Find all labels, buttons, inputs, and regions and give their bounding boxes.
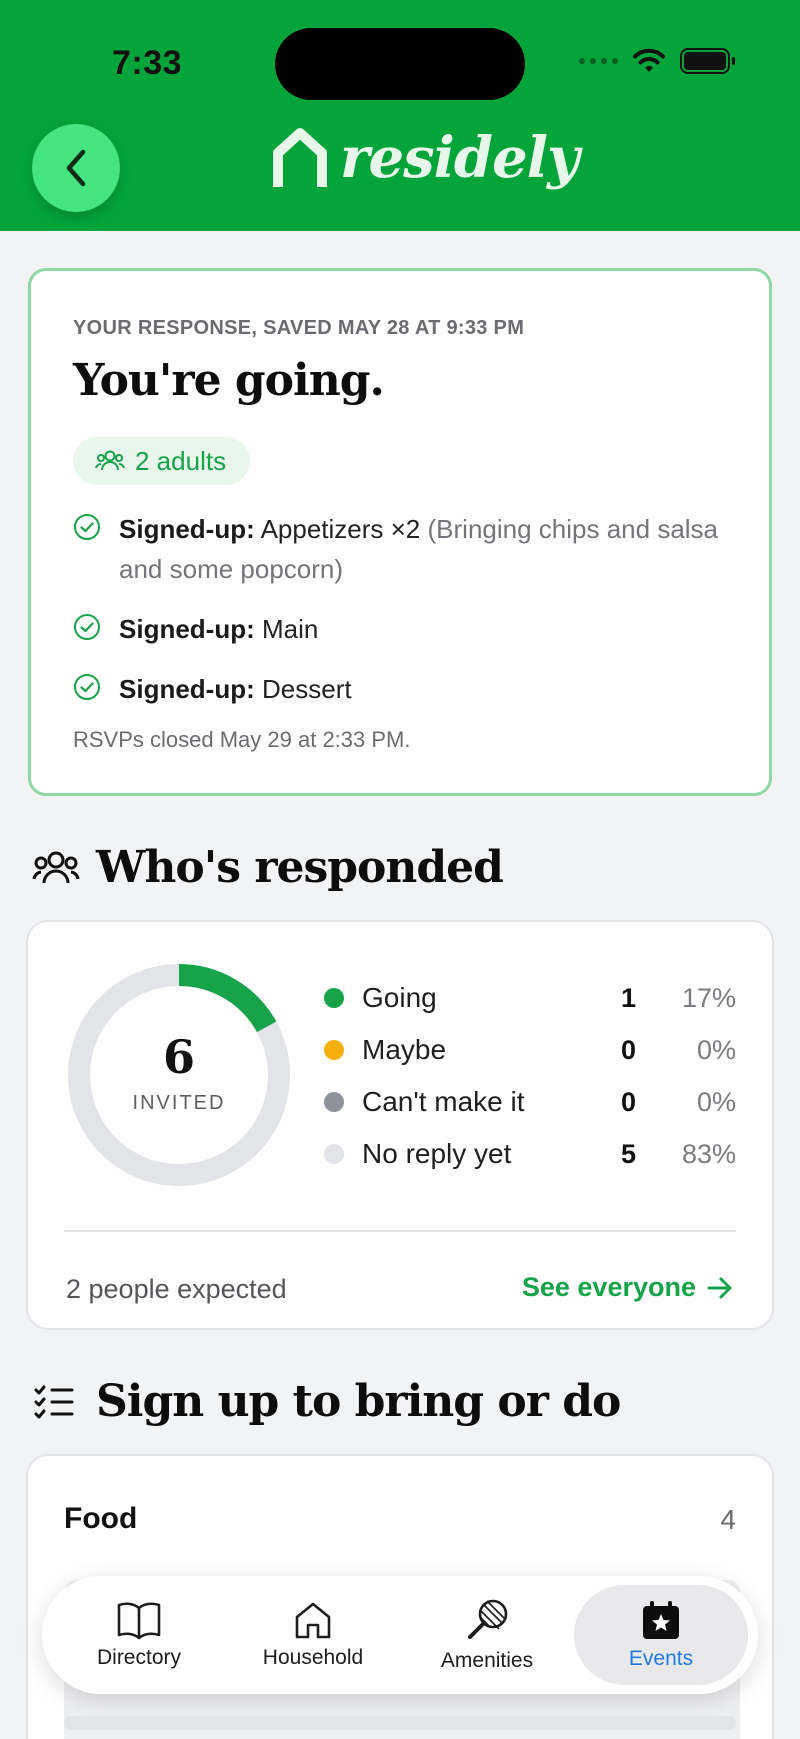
status-icons: [579, 48, 735, 74]
cellular-signal-icon: [579, 58, 618, 64]
responses-card: 6 INVITED Going 1 17% Maybe 0 0% Can't m…: [26, 920, 774, 1330]
book-icon: [117, 1602, 161, 1640]
party-size-text: 2 adults: [135, 445, 227, 476]
tab-label: Events: [628, 1647, 694, 1670]
legend-count: 0: [620, 1086, 636, 1117]
tab-label: Household: [262, 1646, 364, 1669]
response-saved-label: YOUR RESPONSE, SAVED MAY 28 AT 9:33 PM: [73, 317, 525, 339]
legend-row-going: Going 1 17%: [324, 972, 736, 1024]
signup-prefix: Signed-up:: [119, 614, 255, 644]
status-time: 7:33: [112, 44, 183, 82]
tab-amenities[interactable]: Amenities: [400, 1585, 574, 1685]
section-title: Sign up to bring or do: [96, 1376, 621, 1427]
response-card: YOUR RESPONSE, SAVED MAY 28 AT 9:33 PM Y…: [28, 268, 772, 796]
legend-label: Going: [362, 982, 437, 1013]
check-circle-icon: [74, 514, 100, 540]
legend-label: No reply yet: [362, 1138, 512, 1169]
section-title: Who's responded: [96, 842, 504, 893]
signup-item-name: Dessert: [262, 674, 352, 704]
legend-count: 0: [620, 1034, 636, 1065]
app-logo: residely: [270, 125, 580, 191]
signup-list: Signed-up: Appetizers ×2 (Bringing chips…: [73, 509, 733, 729]
people-icon: [95, 450, 125, 471]
status-dot: [324, 1040, 344, 1060]
legend-percent: 17%: [681, 982, 736, 1013]
legend-percent: 0%: [696, 1034, 736, 1065]
see-everyone-label: See everyone: [521, 1272, 696, 1302]
calendar-star-icon: [643, 1601, 679, 1639]
signup-prefix: Signed-up:: [119, 674, 255, 704]
tab-events[interactable]: Events: [574, 1585, 748, 1685]
response-title: You're going.: [73, 355, 385, 406]
legend-percent: 83%: [681, 1138, 736, 1169]
signup-item: Signed-up: Dessert: [73, 669, 733, 709]
signup-prefix: Signed-up:: [119, 514, 255, 544]
bottom-tab-bar: Directory Household Amenities Events: [42, 1576, 758, 1694]
legend-row-cant-make-it: Can't make it 0 0%: [324, 1076, 736, 1128]
status-dot: [324, 988, 344, 1008]
donut-segment-going: [178, 964, 277, 1033]
category-count: 4: [720, 1504, 736, 1535]
expected-count: 2 people expected: [66, 1274, 287, 1304]
wifi-icon: [633, 48, 665, 72]
dynamic-island: [275, 28, 525, 100]
responses-legend: Going 1 17% Maybe 0 0% Can't make it 0 0…: [324, 972, 736, 1180]
tab-label: Amenities: [440, 1649, 534, 1672]
rsvp-closed-note: RSVPs closed May 29 at 2:33 PM.: [73, 727, 411, 752]
back-button[interactable]: [32, 124, 120, 212]
tab-label: Directory: [96, 1646, 181, 1669]
tab-household[interactable]: Household: [226, 1585, 400, 1685]
responded-section-header: Who's responded: [32, 842, 504, 893]
checklist-icon: [34, 1385, 74, 1418]
battery-icon: [680, 48, 735, 74]
signup-item-name: Appetizers ×2: [260, 514, 421, 544]
status-dot: [324, 1092, 344, 1112]
racket-icon: [468, 1599, 508, 1639]
invited-count: 6: [162, 1030, 195, 1084]
category-name: Food: [64, 1502, 138, 1535]
signup-item-name: Main: [262, 614, 319, 644]
signup-section-header: Sign up to bring or do: [32, 1376, 621, 1427]
arrow-right-icon: [707, 1277, 732, 1298]
signup-item: Signed-up: Main: [73, 609, 733, 649]
legend-row-maybe: Maybe 0 0%: [324, 1024, 736, 1076]
legend-row-no-reply: No reply yet 5 83%: [324, 1128, 736, 1180]
legend-percent: 0%: [696, 1086, 736, 1117]
check-circle-icon: [74, 614, 100, 640]
signup-item: Signed-up: Appetizers ×2 (Bringing chips…: [73, 509, 733, 589]
status-dot: [324, 1144, 344, 1164]
divider: [64, 1230, 736, 1232]
legend-count: 1: [620, 982, 636, 1013]
see-everyone-link[interactable]: See everyone: [522, 1272, 734, 1303]
legend-label: Maybe: [362, 1034, 447, 1065]
legend-label: Can't make it: [362, 1086, 525, 1117]
people-icon: [32, 851, 80, 883]
chevron-left-icon: [66, 149, 86, 187]
app-header: 7:33 residely: [0, 0, 800, 231]
legend-count: 5: [620, 1138, 636, 1169]
tab-directory[interactable]: Directory: [52, 1585, 226, 1685]
check-circle-icon: [74, 674, 100, 700]
house-icon: [295, 1602, 331, 1639]
logo-text: residely: [340, 125, 580, 191]
house-logo-icon: [273, 128, 327, 187]
party-size-badge: 2 adults: [73, 437, 251, 485]
invited-label: INVITED: [132, 1092, 226, 1114]
home-indicator: [64, 1716, 736, 1730]
